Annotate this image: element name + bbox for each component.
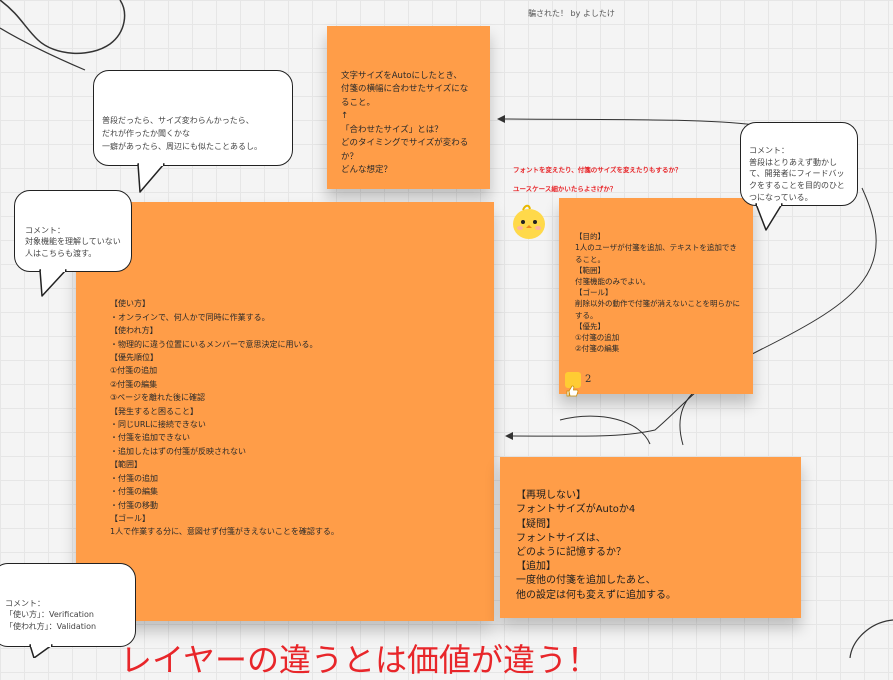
doodle-outline (0, 0, 126, 54)
sticky-auto-question[interactable]: 文字サイズをAutoにしたとき、 付箋の横幅に合わせたサイズになること。 ↑ 「… (327, 26, 490, 189)
thumbs-up-icon (565, 372, 581, 397)
comment-bubble-right[interactable]: コメント： 普段はとりあえず動かして、開発者にフィードバックをすることを目的のひ… (740, 122, 858, 206)
reaction-count: 2 (585, 374, 592, 386)
reaction-badge[interactable]: 2 (565, 372, 592, 397)
sticky-purpose[interactable]: 【目的】 1人のユーザが付箋を追加、テキストを追加できること。 【範囲】 付箋機… (559, 198, 753, 397)
sticky-auto-question-text: 文字サイズをAutoにしたとき、 付箋の横幅に合わせたサイズになること。 ↑ 「… (341, 70, 469, 176)
sticky-purpose-text: 【目的】 1人のユーザが付箋を追加、テキストを追加できること。 【範囲】 付箋機… (575, 232, 740, 354)
red-note-2: ユースケース細かいたらよさげか？ (513, 185, 617, 193)
bubble-tail-bottom (29, 644, 53, 658)
comment-bubble-bottom[interactable]: コメント： 「使い方」：Verification 「使われ方」：Validati… (0, 563, 136, 647)
bubble-tail-left (39, 269, 67, 297)
comment-bubble-left[interactable]: コメント： 対象機能を理解していない人はこちらも渡す。 (14, 190, 132, 272)
connector-arrow-top (502, 118, 756, 126)
doodle-line (0, 27, 86, 71)
chick-avatar-icon (513, 204, 545, 239)
comment-bubble-right-text: コメント： 普段はとりあえず動かして、開発者にフィードバックをすることを目的のひ… (749, 145, 845, 202)
connector-curve-2 (559, 415, 651, 445)
comment-bubble-top[interactable]: 普段だったら、サイズ変わらんかったら、 だれが作ったか聞くかな 一癖があったら、… (93, 70, 293, 166)
byline: 騙された！ by よしたけ (528, 9, 615, 18)
comment-bubble-top-text: 普段だったら、サイズ変わらんかったら、 だれが作ったか聞くかな 一癖があったら、… (102, 116, 262, 151)
sticky-not-reproduced-text: 【再現しない】 フォントサイズがAutoか4 【疑問】 フォントサイズは、 どの… (516, 490, 676, 601)
bubble-tail-top (137, 163, 165, 193)
partial-circle (849, 619, 893, 658)
red-note-1: フォントを変えたり、付箋のサイズを変えたりもするか？ (513, 166, 682, 174)
sticky-not-reproduced[interactable]: 【再現しない】 フォントサイズがAutoか4 【疑問】 フォントサイズは、 どの… (500, 457, 801, 618)
arrowhead-top (497, 115, 505, 123)
arrowhead-main (505, 432, 513, 440)
bubble-tail-right (755, 203, 783, 231)
comment-bubble-left-text: コメント： 対象機能を理解していない人はこちらも渡す。 (25, 225, 121, 258)
sticky-main-test-text: 【使い方】 ・オンラインで、何人かで同時に作業する。 【使われ方】 ・物理的に違… (110, 299, 339, 537)
comment-bubble-bottom-text: コメント： 「使い方」：Verification 「使われ方」：Validati… (5, 598, 97, 631)
bottom-heading: レイヤーの違うとは価値が違う！ (120, 641, 600, 679)
sticky-main-test[interactable]: 【使い方】 ・オンラインで、何人かで同時に作業する。 【使われ方】 ・物理的に違… (76, 202, 494, 621)
